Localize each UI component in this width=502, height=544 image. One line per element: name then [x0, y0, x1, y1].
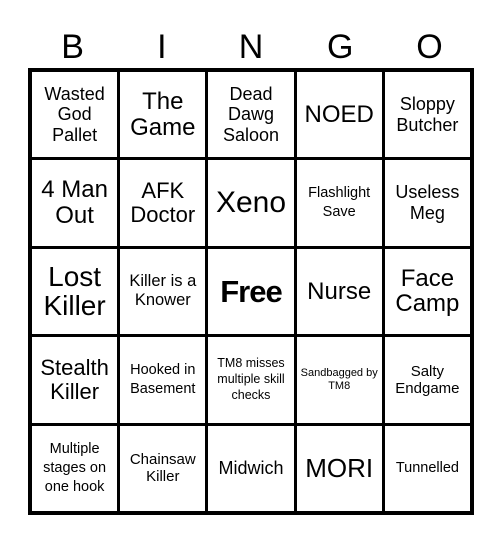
cell-text: Killer is a Knower	[129, 271, 197, 310]
free-space-text: Free	[220, 273, 282, 309]
bingo-cell[interactable]: Face Camp	[384, 248, 470, 335]
cell-text: Tunnelled	[395, 459, 459, 476]
bingo-cell[interactable]: The Game	[120, 72, 206, 158]
bingo-header: B I N G O	[28, 26, 474, 68]
bingo-cell[interactable]: AFK Doctor	[120, 160, 206, 246]
bingo-cell[interactable]: NOED	[296, 72, 382, 158]
header-letter-o: O	[416, 28, 443, 66]
cell-text: Sandbagged by TM8	[300, 367, 378, 392]
header-letter-g: G	[326, 28, 354, 66]
header-letter-n: N	[238, 28, 264, 66]
bingo-cell[interactable]: Sandbagged by TM8	[296, 337, 382, 423]
bingo-cell[interactable]: Nurse	[296, 248, 382, 335]
bingo-cell[interactable]: Flashlight Save	[296, 160, 382, 246]
cell-text: TM8 misses multiple skill checks	[217, 356, 285, 402]
cell-text: Multiple stages on one hook	[43, 441, 107, 495]
cell-text: Sloppy Butcher	[396, 94, 459, 135]
cell-text: Xeno	[215, 186, 287, 220]
cell-text: Useless Meg	[395, 182, 460, 224]
free-space[interactable]: Free	[208, 248, 294, 335]
bingo-cell[interactable]: Killer is a Knower	[120, 248, 206, 335]
bingo-cell[interactable]: Salty Endgame	[384, 337, 470, 423]
cell-text: Flashlight Save	[308, 185, 371, 221]
cell-text: Salty Endgame	[395, 362, 460, 397]
bingo-cell[interactable]: Wasted God Pallet	[32, 72, 118, 158]
bingo-cell[interactable]: Useless Meg	[384, 160, 470, 246]
bingo-cell[interactable]: Midwich	[208, 425, 294, 511]
bingo-board: Wasted God Pallet The Game Dead Dawg Sal…	[28, 68, 474, 515]
bingo-cell[interactable]: Stealth Killer	[32, 337, 118, 423]
header-letter-b: B	[61, 28, 84, 66]
bingo-cell[interactable]: TM8 misses multiple skill checks	[208, 337, 294, 423]
bingo-cell[interactable]: 4 Man Out	[32, 160, 118, 246]
cell-text: Lost Killer	[43, 261, 106, 322]
bingo-cell[interactable]: Sloppy Butcher	[384, 72, 470, 158]
cell-text: Stealth Killer	[40, 354, 109, 404]
cell-text: Hooked in Basement	[130, 362, 196, 397]
cell-text: NOED	[304, 100, 374, 128]
cell-text: Nurse	[307, 277, 372, 305]
header-letter-i: I	[157, 28, 167, 66]
bingo-cell[interactable]: Dead Dawg Saloon	[208, 72, 294, 158]
bingo-cell[interactable]: Multiple stages on one hook	[32, 425, 118, 511]
cell-text: 4 Man Out	[41, 176, 108, 230]
cell-text: Chainsaw Killer	[129, 451, 196, 486]
bingo-cell[interactable]: Lost Killer	[32, 248, 118, 335]
cell-text: Dead Dawg Saloon	[222, 83, 280, 146]
bingo-cell[interactable]: MORI	[296, 425, 382, 511]
cell-text: Face Camp	[395, 264, 460, 318]
bingo-cell[interactable]: Xeno	[208, 160, 294, 246]
cell-text: Wasted God Pallet	[44, 83, 105, 146]
cell-text: Midwich	[218, 457, 284, 478]
bingo-cell[interactable]: Tunnelled	[384, 425, 470, 511]
cell-text: AFK Doctor	[130, 177, 196, 228]
cell-text: MORI	[305, 452, 374, 483]
cell-text: The Game	[130, 87, 196, 141]
bingo-cell[interactable]: Hooked in Basement	[120, 337, 206, 423]
bingo-cell[interactable]: Chainsaw Killer	[120, 425, 206, 511]
